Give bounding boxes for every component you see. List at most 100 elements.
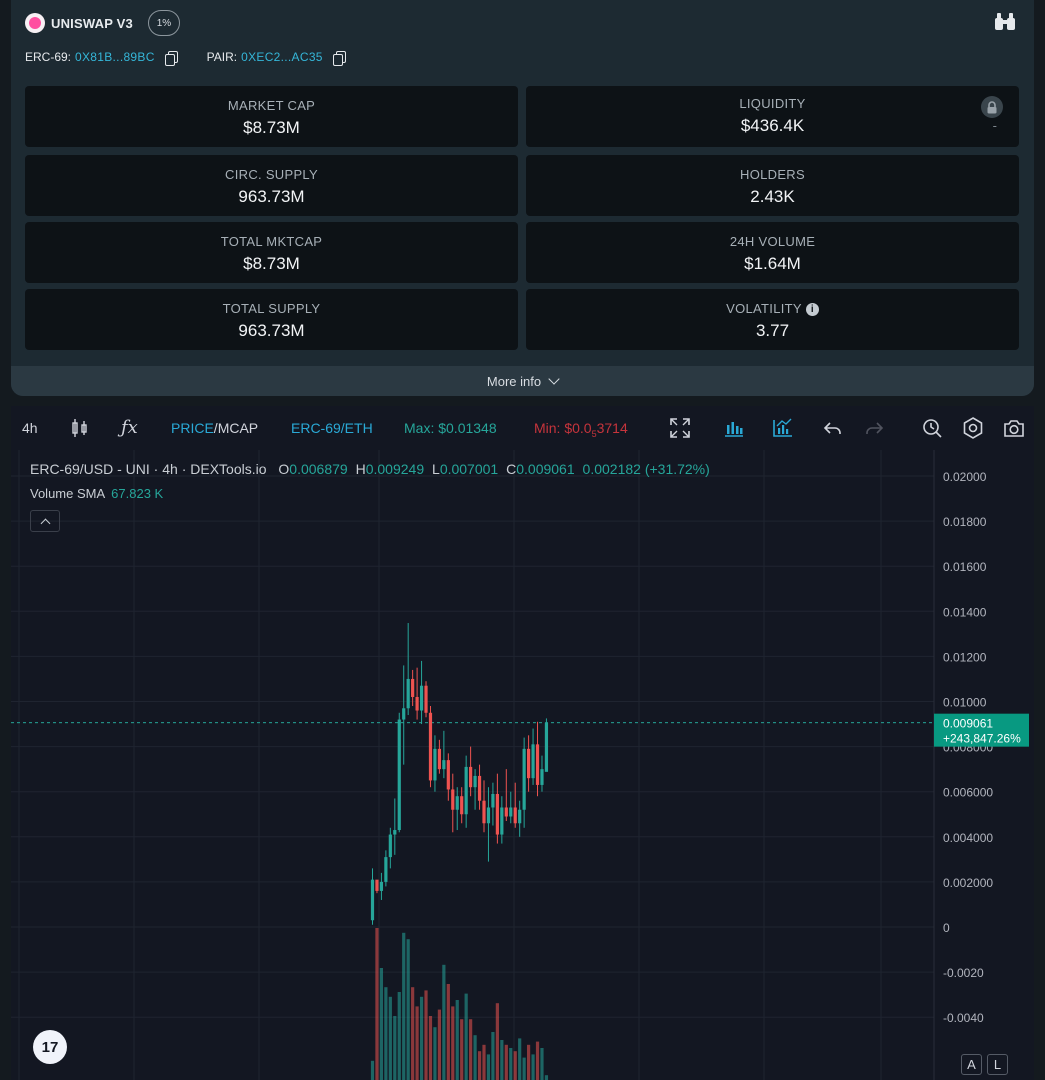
uniswap-logo-icon <box>25 13 45 33</box>
redo-icon[interactable] <box>863 417 885 439</box>
stat-value: 963.73M <box>238 321 305 340</box>
log-scale-button[interactable]: L <box>987 1054 1008 1075</box>
volume-bar <box>415 1006 419 1080</box>
volume-bar <box>504 1044 508 1080</box>
pair-toggle[interactable]: ERC-69/ETH <box>291 420 373 436</box>
camera-snapshot-icon[interactable] <box>1003 417 1025 439</box>
auto-scale-button[interactable]: A <box>961 1054 982 1075</box>
stat-value: 3.77 <box>755 321 790 340</box>
candle-body <box>500 807 504 835</box>
volume-bar <box>513 1051 517 1080</box>
candle-body <box>415 696 419 711</box>
candle-body <box>428 712 433 781</box>
legend-open-value: 0.006879 <box>289 461 348 477</box>
price-chart-widget: 4h ƒx PRICE/MCAP ERC-69/ETH Max: $0.0134… <box>11 406 1034 1080</box>
more-info-button[interactable]: More info <box>11 366 1034 396</box>
candles-type-icon[interactable] <box>69 417 91 439</box>
tradingview-logo[interactable]: 17 <box>33 1030 67 1064</box>
binoculars-icon[interactable] <box>994 12 1016 32</box>
candle-body <box>437 748 441 770</box>
stat-label: VOLATILITY i <box>526 301 1019 316</box>
min-price-digits: 3714 <box>596 420 628 436</box>
y-tick-label: 0.01200 <box>943 650 987 664</box>
volume-bar <box>388 996 392 1080</box>
settings-gear-icon[interactable] <box>962 417 984 439</box>
price-option[interactable]: PRICE <box>171 420 214 436</box>
alert-clock-icon[interactable] <box>921 417 943 439</box>
volume-bar <box>544 1075 549 1080</box>
liquidity-lock-value: - <box>992 118 997 133</box>
pair-address[interactable]: 0XEC2...AC35 <box>241 50 323 64</box>
interval-button[interactable]: 4h <box>22 420 38 436</box>
y-tick-label: 0.004000 <box>943 831 993 845</box>
volatility-label: VOLATILITY <box>726 301 802 316</box>
volume-bar <box>451 1006 455 1080</box>
stat-label: MARKET CAP <box>227 98 316 113</box>
volume-bar <box>540 1048 544 1080</box>
copy-token-address-icon[interactable] <box>164 50 178 66</box>
stat-circ-supply: CIRC. SUPPLY 963.73M <box>25 155 518 216</box>
compare-chart-icon[interactable] <box>772 417 794 439</box>
legend-high-value: 0.009249 <box>365 461 425 477</box>
candle-body <box>411 678 415 697</box>
legend-low-value: 0.007001 <box>439 461 499 477</box>
candle-body <box>535 744 540 785</box>
volume-bar <box>491 1032 495 1080</box>
info-icon[interactable]: i <box>805 303 819 316</box>
last-price-value: 0.009061 <box>943 717 993 731</box>
price-mcap-toggle[interactable]: PRICE/MCAP <box>171 420 258 436</box>
candle-body <box>473 775 477 788</box>
min-price: Min: $0.053714 <box>534 420 628 439</box>
stat-label: HOLDERS <box>740 167 805 182</box>
volume-bar <box>375 928 379 1080</box>
volume-bar <box>469 1019 473 1080</box>
undo-icon[interactable] <box>822 417 844 439</box>
volume-sma-label: Volume SMA <box>30 486 106 501</box>
mcap-option[interactable]: MCAP <box>218 420 258 436</box>
min-price-prefix: Min: $0.0 <box>534 420 592 436</box>
candlestick-plot[interactable]: 0.02000 0.01800 0.01600 0.01400 0.01200 0.010… <box>11 450 1034 1080</box>
token-address[interactable]: 0X81B...89BC <box>75 50 155 64</box>
volume-sma-value: 67.823 K <box>111 486 164 501</box>
fee-badge: 1% <box>147 10 180 36</box>
legend-open-label: O <box>278 461 290 477</box>
chevron-down-icon <box>548 372 560 385</box>
candle-body <box>379 881 384 891</box>
candle-body <box>460 796 464 815</box>
y-tick-label: 0.01800 <box>943 515 987 529</box>
candle-body <box>469 766 473 788</box>
max-price: Max: $0.01348 <box>404 420 497 436</box>
volume-bar <box>518 1038 522 1080</box>
stat-total-mktcap: TOTAL MKTCAP $8.73M <box>25 222 518 283</box>
candle-body <box>540 769 544 785</box>
volume-bar <box>477 1051 482 1080</box>
trades-chart-icon[interactable] <box>723 417 745 439</box>
candle-body <box>451 789 455 810</box>
dex-header: UNISWAP V3 1% <box>25 10 180 36</box>
candle-body <box>370 879 375 921</box>
fullscreen-icon[interactable] <box>669 417 691 439</box>
stat-value: 2.43K <box>750 187 795 206</box>
volume-bar <box>393 1016 397 1080</box>
y-tick-label: 0.01000 <box>943 696 987 710</box>
stat-value: $436.4K <box>740 116 805 135</box>
volume-bar <box>370 1060 375 1080</box>
candle-body <box>544 722 549 772</box>
volume-bar <box>384 987 388 1080</box>
volume-bar <box>486 1054 491 1080</box>
indicators-fx-icon[interactable]: ƒx <box>121 417 138 438</box>
y-tick-label: 0.002000 <box>943 876 993 890</box>
lock-icon[interactable] <box>981 96 1003 118</box>
volume-bar <box>397 992 401 1080</box>
stat-holders: HOLDERS 2.43K <box>526 155 1019 216</box>
more-info-label: More info <box>486 373 542 389</box>
candle-body <box>433 748 437 781</box>
candle-body <box>509 807 513 817</box>
collapse-legend-button[interactable] <box>30 510 60 532</box>
volume-sma-legend: Volume SMA 67.823 K <box>30 486 163 501</box>
candle-body <box>446 760 450 790</box>
stat-volatility: VOLATILITY i 3.77 <box>526 289 1019 350</box>
chart-legend: ERC-69/USD - UNI · 4h · DEXTools.io O0.0… <box>30 461 710 477</box>
stat-value: 963.73M <box>238 187 305 206</box>
copy-pair-address-icon[interactable] <box>332 50 346 66</box>
